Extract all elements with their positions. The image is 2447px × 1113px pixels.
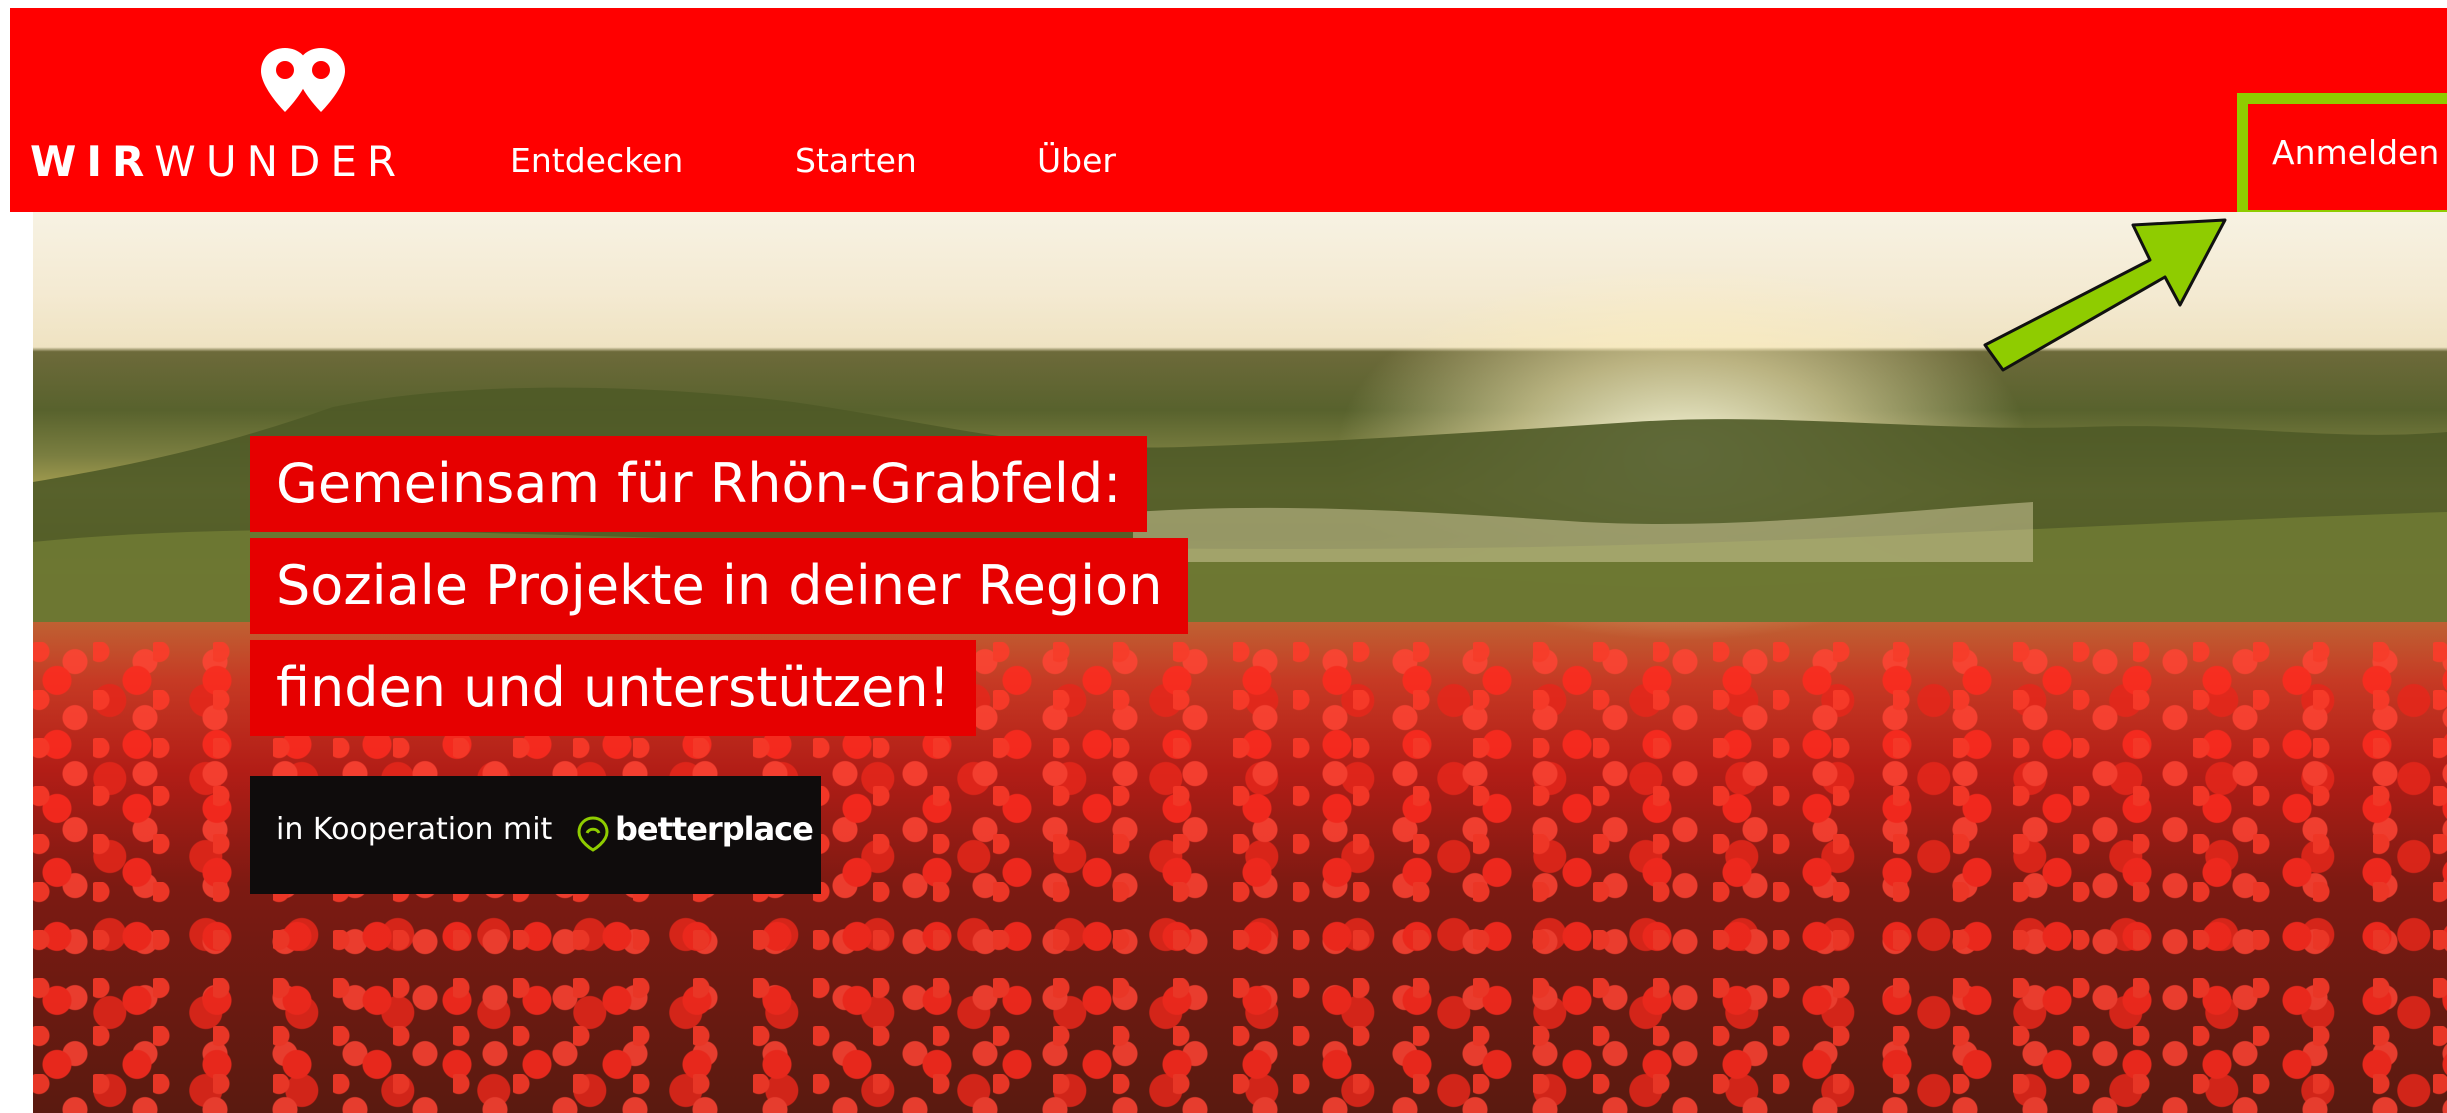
- logo-wordmark-light: WUNDER: [154, 137, 407, 186]
- nav-link-starten[interactable]: Starten: [795, 141, 917, 180]
- logo-location-pins-icon: [261, 48, 345, 112]
- pointer-arrow-icon: [1983, 218, 2227, 372]
- top-navbar: WIRWUNDER Entdecken Starten Über: [10, 8, 2447, 212]
- nav-link-ueber[interactable]: Über: [1037, 141, 1116, 180]
- nav-link-entdecken[interactable]: Entdecken: [510, 141, 683, 180]
- logo-wordmark: WIRWUNDER: [30, 137, 406, 186]
- logo-wordmark-bold: WIR: [30, 137, 155, 186]
- cooperation-text: in Kooperation mit: [276, 812, 553, 847]
- hero-headline-line-2: Soziale Projekte in deiner Region: [250, 538, 1189, 634]
- betterplace-wordmark[interactable]: betterplace: [615, 810, 814, 848]
- hero-headline-line-1: Gemeinsam für Rhön-Grabfeld:: [250, 436, 1148, 532]
- cooperation-badge: in Kooperation mit betterplace: [250, 776, 821, 894]
- wirwunder-logo[interactable]: WIRWUNDER: [30, 32, 400, 192]
- betterplace-pin-icon: [577, 816, 609, 852]
- login-link[interactable]: Anmelden: [2272, 133, 2439, 172]
- hero-headline-line-3: finden und unterstützen!: [250, 640, 977, 736]
